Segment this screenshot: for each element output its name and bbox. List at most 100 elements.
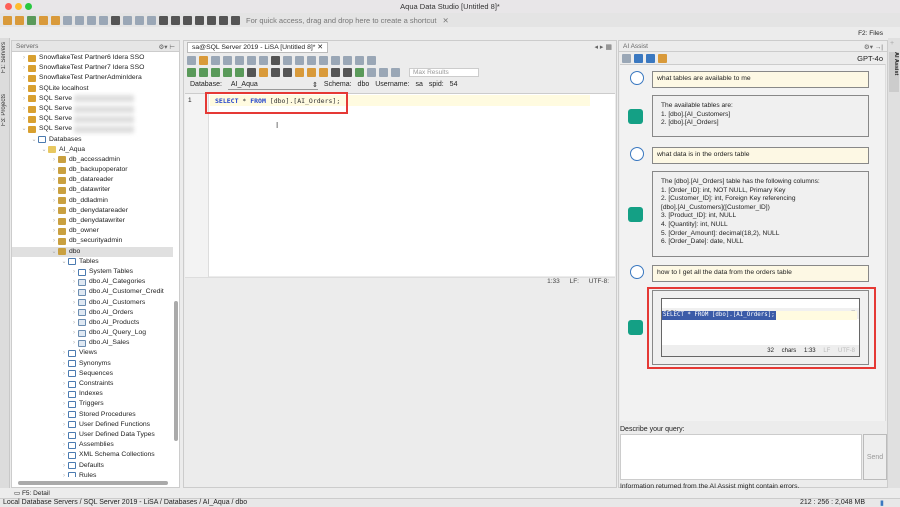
sql-text-area[interactable]: 1 SELECT * FROM [dbo].[AI_Orders]; I bbox=[185, 92, 615, 277]
tree-item[interactable]: › db_denydatawriter bbox=[12, 216, 173, 226]
tree-item[interactable]: › dbo.AI_Sales bbox=[12, 338, 173, 348]
tab-servers[interactable]: F1: Servers bbox=[1, 42, 7, 73]
chevron-icon[interactable]: › bbox=[60, 359, 68, 369]
chevron-icon[interactable]: › bbox=[50, 206, 58, 216]
tab-files[interactable]: F2: Files bbox=[858, 30, 883, 37]
params-icon[interactable] bbox=[379, 68, 388, 77]
history-icon[interactable] bbox=[367, 68, 376, 77]
tree-item[interactable]: › db_owner bbox=[12, 226, 173, 236]
find-icon[interactable] bbox=[331, 56, 340, 65]
results-icon[interactable] bbox=[331, 68, 340, 77]
execute-selected-icon[interactable] bbox=[223, 68, 232, 77]
tree-item[interactable]: › SQLite localhost bbox=[12, 84, 173, 94]
copy-icon[interactable] bbox=[283, 56, 292, 65]
trash-icon[interactable]: ▮ bbox=[880, 499, 884, 507]
font-increase-icon[interactable] bbox=[355, 56, 364, 65]
tree-item[interactable]: › Indexes bbox=[12, 389, 173, 399]
gear-icon[interactable]: ⚙▾ ⊢ bbox=[158, 43, 175, 51]
close-hint-icon[interactable]: ✕ bbox=[443, 16, 449, 25]
layout-icon[interactable] bbox=[207, 15, 216, 25]
query-input[interactable] bbox=[620, 434, 862, 480]
tree-item[interactable]: ⌄ Databases bbox=[12, 135, 173, 145]
undo-icon[interactable] bbox=[307, 56, 316, 65]
tree-item[interactable]: › dbo.AI_Customer_Credit bbox=[12, 287, 173, 297]
tab-projects[interactable]: F3: Projects bbox=[1, 94, 7, 126]
server-icon[interactable] bbox=[27, 15, 36, 25]
tree-item[interactable]: › SnowflakeTest PartnerAdminIdera bbox=[12, 73, 173, 83]
tree-item[interactable]: › User Defined Data Types bbox=[12, 430, 173, 440]
chevron-icon[interactable]: › bbox=[70, 308, 78, 318]
query-icon[interactable] bbox=[75, 15, 84, 25]
tree-item[interactable]: ⌄ SQL Serve bbox=[12, 124, 173, 134]
select-icon[interactable] bbox=[259, 56, 268, 65]
tree-item[interactable]: › User Defined Functions bbox=[12, 420, 173, 430]
link-icon[interactable] bbox=[391, 68, 400, 77]
tree-item[interactable]: › SQL Serve bbox=[12, 114, 173, 124]
chevron-icon[interactable]: › bbox=[60, 389, 68, 399]
layout-icon[interactable] bbox=[171, 15, 180, 25]
chevron-icon[interactable]: › bbox=[50, 236, 58, 246]
chevron-icon[interactable]: › bbox=[70, 318, 78, 328]
execute-current-icon[interactable] bbox=[211, 68, 220, 77]
tree-item[interactable]: › db_backupoperator bbox=[12, 165, 173, 175]
tree-item[interactable]: ⌄ Tables bbox=[12, 257, 173, 267]
format-icon[interactable] bbox=[307, 68, 316, 77]
tree-item[interactable]: › Stored Procedures bbox=[12, 410, 173, 420]
save-all-icon[interactable] bbox=[235, 56, 244, 65]
chevron-icon[interactable]: › bbox=[50, 226, 58, 236]
tree-item[interactable]: › dbo.AI_Categories bbox=[12, 277, 173, 287]
run-icon[interactable] bbox=[199, 68, 208, 77]
chevron-icon[interactable]: › bbox=[60, 461, 68, 471]
chevron-icon[interactable]: › bbox=[50, 216, 58, 226]
paste-icon[interactable] bbox=[295, 56, 304, 65]
chevron-icon[interactable]: › bbox=[60, 430, 68, 440]
editor-tab[interactable]: sa@SQL Server 2019 - LiSA [Untitled 8]* … bbox=[187, 42, 328, 53]
tree-horizontal-scrollbar[interactable] bbox=[18, 481, 168, 485]
tree-item[interactable]: › Rules bbox=[12, 471, 173, 477]
chevron-icon[interactable]: ⌄ bbox=[30, 135, 38, 145]
chevron-icon[interactable]: › bbox=[20, 53, 28, 63]
database-select[interactable]: AI_Aqua ⇕ bbox=[227, 81, 318, 90]
chevron-icon[interactable]: › bbox=[60, 410, 68, 420]
tree-item[interactable]: ⌄ dbo bbox=[12, 246, 173, 257]
replace-icon[interactable] bbox=[343, 56, 352, 65]
tree-item[interactable]: › db_datareader bbox=[12, 175, 173, 185]
connect-icon[interactable] bbox=[51, 15, 60, 25]
tree-item[interactable]: › db_accessadmin bbox=[12, 155, 173, 165]
chevron-icon[interactable]: › bbox=[70, 328, 78, 338]
tool-icon[interactable] bbox=[111, 15, 120, 25]
execute-icon[interactable] bbox=[235, 68, 244, 77]
chevron-icon[interactable]: › bbox=[70, 338, 78, 348]
format-icon[interactable] bbox=[295, 68, 304, 77]
tree-item[interactable]: › Sequences bbox=[12, 369, 173, 379]
chevron-icon[interactable]: ⌄ bbox=[50, 247, 58, 257]
chevron-icon[interactable]: › bbox=[60, 348, 68, 358]
print-icon[interactable] bbox=[247, 56, 256, 65]
chevron-icon[interactable]: › bbox=[50, 165, 58, 175]
chevron-icon[interactable]: › bbox=[20, 94, 28, 104]
tab-ai-assist[interactable]: AI Assist bbox=[889, 52, 899, 92]
chevron-icon[interactable]: › bbox=[70, 287, 78, 297]
tree-item[interactable]: › dbo.AI_Orders bbox=[12, 308, 173, 318]
tree-vertical-scrollbar[interactable] bbox=[174, 301, 178, 441]
tree-item[interactable]: › System Tables bbox=[12, 267, 173, 277]
refresh-icon[interactable] bbox=[634, 54, 643, 63]
chevron-icon[interactable]: › bbox=[20, 63, 28, 73]
history-icon[interactable] bbox=[622, 54, 631, 63]
comment-icon[interactable] bbox=[319, 68, 328, 77]
redo-icon[interactable] bbox=[319, 56, 328, 65]
chevron-icon[interactable]: › bbox=[20, 114, 28, 124]
save-icon[interactable] bbox=[211, 56, 220, 65]
window-icon[interactable] bbox=[135, 15, 144, 25]
open-icon[interactable] bbox=[199, 56, 208, 65]
tree-item[interactable]: › SQL Serve bbox=[12, 94, 173, 104]
chevron-icon[interactable]: › bbox=[60, 440, 68, 450]
chevron-icon[interactable]: › bbox=[20, 104, 28, 114]
layout-icon[interactable] bbox=[159, 15, 168, 25]
query-icon[interactable] bbox=[63, 15, 72, 25]
chevron-icon[interactable]: › bbox=[20, 84, 28, 94]
chevron-icon[interactable]: › bbox=[60, 450, 68, 460]
chevron-icon[interactable]: › bbox=[50, 196, 58, 206]
chevron-icon[interactable]: › bbox=[60, 420, 68, 430]
chevron-icon[interactable]: ⌄ bbox=[60, 257, 68, 267]
